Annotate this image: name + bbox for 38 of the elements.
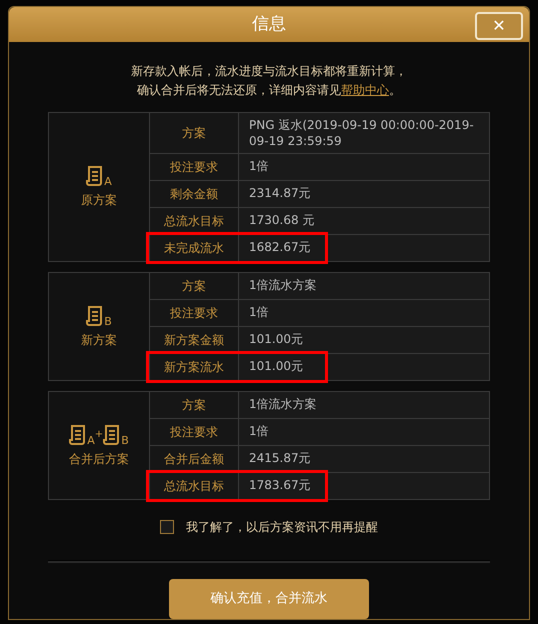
plan-title: 新方案 [81,332,117,349]
row-label: 方案 [150,273,239,300]
row-label: 未完成流水 [150,235,239,262]
row-label: 投注要求 [150,300,239,326]
row-value: 1倍 [239,300,489,326]
checkbox[interactable] [160,520,174,534]
row-label: 方案 [150,113,239,154]
row-label: 新方案金额 [150,327,239,354]
row-label: 剩余金额 [150,181,239,208]
row-value: 2314.87元 [239,181,489,208]
row-value: 1倍流水方案 [239,273,489,300]
checkbox-label: 我了解了，以后方案资讯不用再提醒 [186,519,378,536]
row-value: 1783.67元 [239,473,489,500]
dialog-title: 信息 [252,12,286,36]
row-label: 投注要求 [150,419,239,446]
plus-sign: + [94,428,104,440]
row-value: 1730.68 元 [239,208,489,234]
help-center-link[interactable]: 帮助中心 [341,83,389,98]
notice-text: 确认合并后将无法还原，详细内容请见帮助中心。 [137,82,401,100]
row-value: 101.00元 [239,327,489,354]
notice-text: 新存款入帐后，流水进度与流水目标都将重新计算， [131,63,407,80]
row-value: 1倍 [239,154,489,180]
row-value: 2415.87元 [239,446,489,472]
confirm-button[interactable]: 确认充值，合并流水 [169,579,369,619]
plan-title: 合并后方案 [69,450,129,468]
row-label: 总流水目标 [150,208,239,234]
row-value: 1682.67元 [239,235,489,262]
row-value: PNG 返水(2019-09-19 00:00:00-2019-09-19 23:59:59 [239,113,489,154]
row-value: 1倍流水方案 [239,392,489,418]
row-label: 总流水目标 [150,473,239,500]
close-button[interactable]: ✕ [475,12,523,40]
row-label: 方案 [150,392,239,418]
row-label: 新方案流水 [150,354,239,380]
row-value: 101.00元 [239,354,489,380]
plan-title: 原方案 [81,192,117,210]
row-label: 合并后金额 [150,446,239,472]
row-label: 投注要求 [150,154,239,180]
row-value: 1倍 [239,419,489,446]
